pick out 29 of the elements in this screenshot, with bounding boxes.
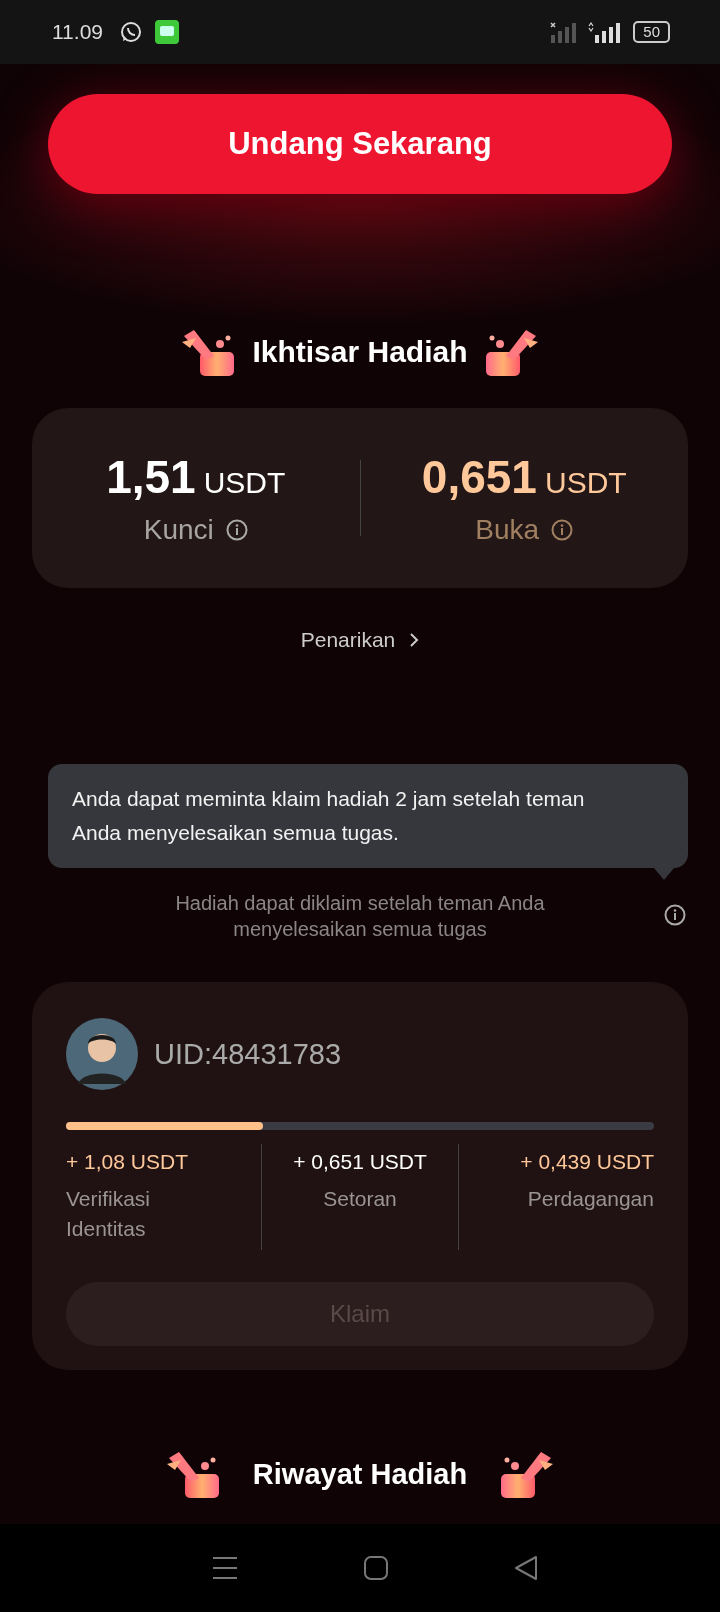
task-label: Perdagangan xyxy=(527,1186,654,1212)
avatar-icon xyxy=(66,1018,138,1090)
task-label: Verifikasi Identitas xyxy=(66,1186,152,1242)
back-icon[interactable] xyxy=(513,1555,538,1581)
hint-text: Hadiah dapat diklaim setelah teman Anda menyelesaikan semua tugas xyxy=(175,892,545,940)
tooltip-pointer xyxy=(654,868,674,880)
clock: 11.09 xyxy=(52,20,103,44)
info-icon[interactable] xyxy=(551,519,574,541)
reward-amount: + 1,08 USDT xyxy=(66,1150,188,1174)
reward-amount: + 0,439 USDT xyxy=(520,1150,654,1174)
menu-icon[interactable] xyxy=(212,1556,239,1580)
withdraw-link[interactable]: Penarikan xyxy=(300,628,420,652)
reward-amount: + 0,651 USDT xyxy=(293,1150,427,1174)
balance-amount: 1,51 USDT xyxy=(106,450,286,504)
chat-bubble-icon xyxy=(119,20,143,44)
battery-indicator: 50 xyxy=(633,21,670,43)
balance-label: Kunci xyxy=(143,514,214,546)
info-icon[interactable] xyxy=(225,519,248,541)
user-id: UID:48431783 xyxy=(154,1037,342,1071)
section-title: Riwayat Hadiah xyxy=(252,1457,468,1491)
info-icon[interactable] xyxy=(664,904,686,926)
message-icon xyxy=(155,20,179,44)
section-title: Ikhtisar Hadiah xyxy=(252,335,468,369)
chevron-right-icon xyxy=(409,632,420,648)
home-icon[interactable] xyxy=(363,1555,389,1581)
balance-label: Buka xyxy=(475,514,540,546)
balance-amount: 0,651 USDT xyxy=(421,450,627,504)
invite-button[interactable]: Undang Sekarang xyxy=(48,94,672,194)
task-label: Setoran xyxy=(323,1186,397,1212)
